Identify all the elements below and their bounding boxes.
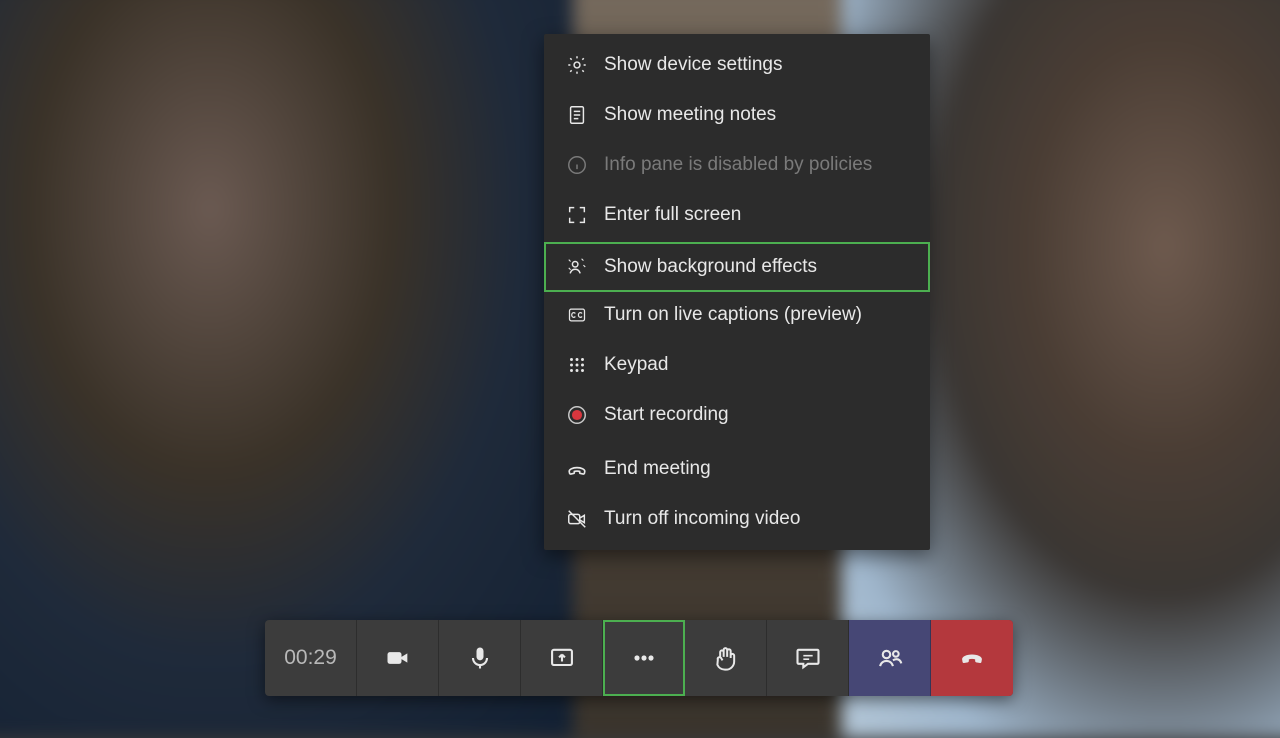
menu-item-label: Show device settings: [604, 54, 783, 76]
call-timer: 00:29: [265, 620, 357, 696]
share-icon: [547, 644, 577, 672]
menu-item-label: End meeting: [604, 458, 711, 480]
menu-item-label: Keypad: [604, 354, 668, 376]
notes-icon: [566, 104, 588, 126]
cc-icon: [566, 304, 588, 326]
keypad-icon: [566, 354, 588, 376]
more-actions-menu: Show device settings Show meeting notes …: [544, 34, 930, 550]
menu-item-label: Show background effects: [604, 256, 817, 278]
info-icon: [566, 154, 588, 176]
end-call-icon: [566, 458, 588, 480]
menu-item-label: Enter full screen: [604, 204, 741, 226]
camera-icon: [383, 644, 413, 672]
record-icon: [566, 404, 588, 426]
menu-item-device-settings[interactable]: Show device settings: [544, 40, 930, 90]
menu-item-label: Turn on live captions (preview): [604, 304, 862, 326]
menu-item-label: Start recording: [604, 404, 729, 426]
menu-item-end-meeting[interactable]: End meeting: [544, 444, 930, 494]
menu-item-label: Show meeting notes: [604, 104, 776, 126]
menu-item-full-screen[interactable]: Enter full screen: [544, 190, 930, 240]
menu-item-label: Info pane is disabled by policies: [604, 154, 872, 176]
raise-hand-button[interactable]: [685, 620, 767, 696]
people-icon: [875, 644, 905, 672]
menu-item-start-recording[interactable]: Start recording: [544, 390, 930, 440]
gear-icon: [566, 54, 588, 76]
fullscreen-icon: [566, 204, 588, 226]
menu-item-live-captions[interactable]: Turn on live captions (preview): [544, 290, 930, 340]
hang-up-button[interactable]: [931, 620, 1013, 696]
more-icon: [629, 644, 659, 672]
menu-item-background-effects[interactable]: Show background effects: [544, 242, 930, 292]
menu-item-label: Turn off incoming video: [604, 508, 800, 530]
microphone-icon: [466, 643, 494, 673]
background-effects-icon: [566, 256, 588, 278]
meeting-toolbar: 00:29: [265, 620, 1013, 696]
video-off-icon: [566, 508, 588, 530]
menu-item-keypad[interactable]: Keypad: [544, 340, 930, 390]
hang-up-icon: [955, 644, 989, 672]
more-actions-button[interactable]: [603, 620, 685, 696]
menu-item-info-pane-disabled: Info pane is disabled by policies: [544, 140, 930, 190]
camera-toggle-button[interactable]: [357, 620, 439, 696]
menu-item-meeting-notes[interactable]: Show meeting notes: [544, 90, 930, 140]
menu-item-turn-off-incoming-video[interactable]: Turn off incoming video: [544, 494, 930, 544]
hand-icon: [712, 643, 740, 673]
call-timer-value: 00:29: [284, 646, 337, 670]
share-screen-button[interactable]: [521, 620, 603, 696]
participants-button[interactable]: [849, 620, 931, 696]
mic-toggle-button[interactable]: [439, 620, 521, 696]
chat-icon: [793, 644, 823, 672]
chat-button[interactable]: [767, 620, 849, 696]
